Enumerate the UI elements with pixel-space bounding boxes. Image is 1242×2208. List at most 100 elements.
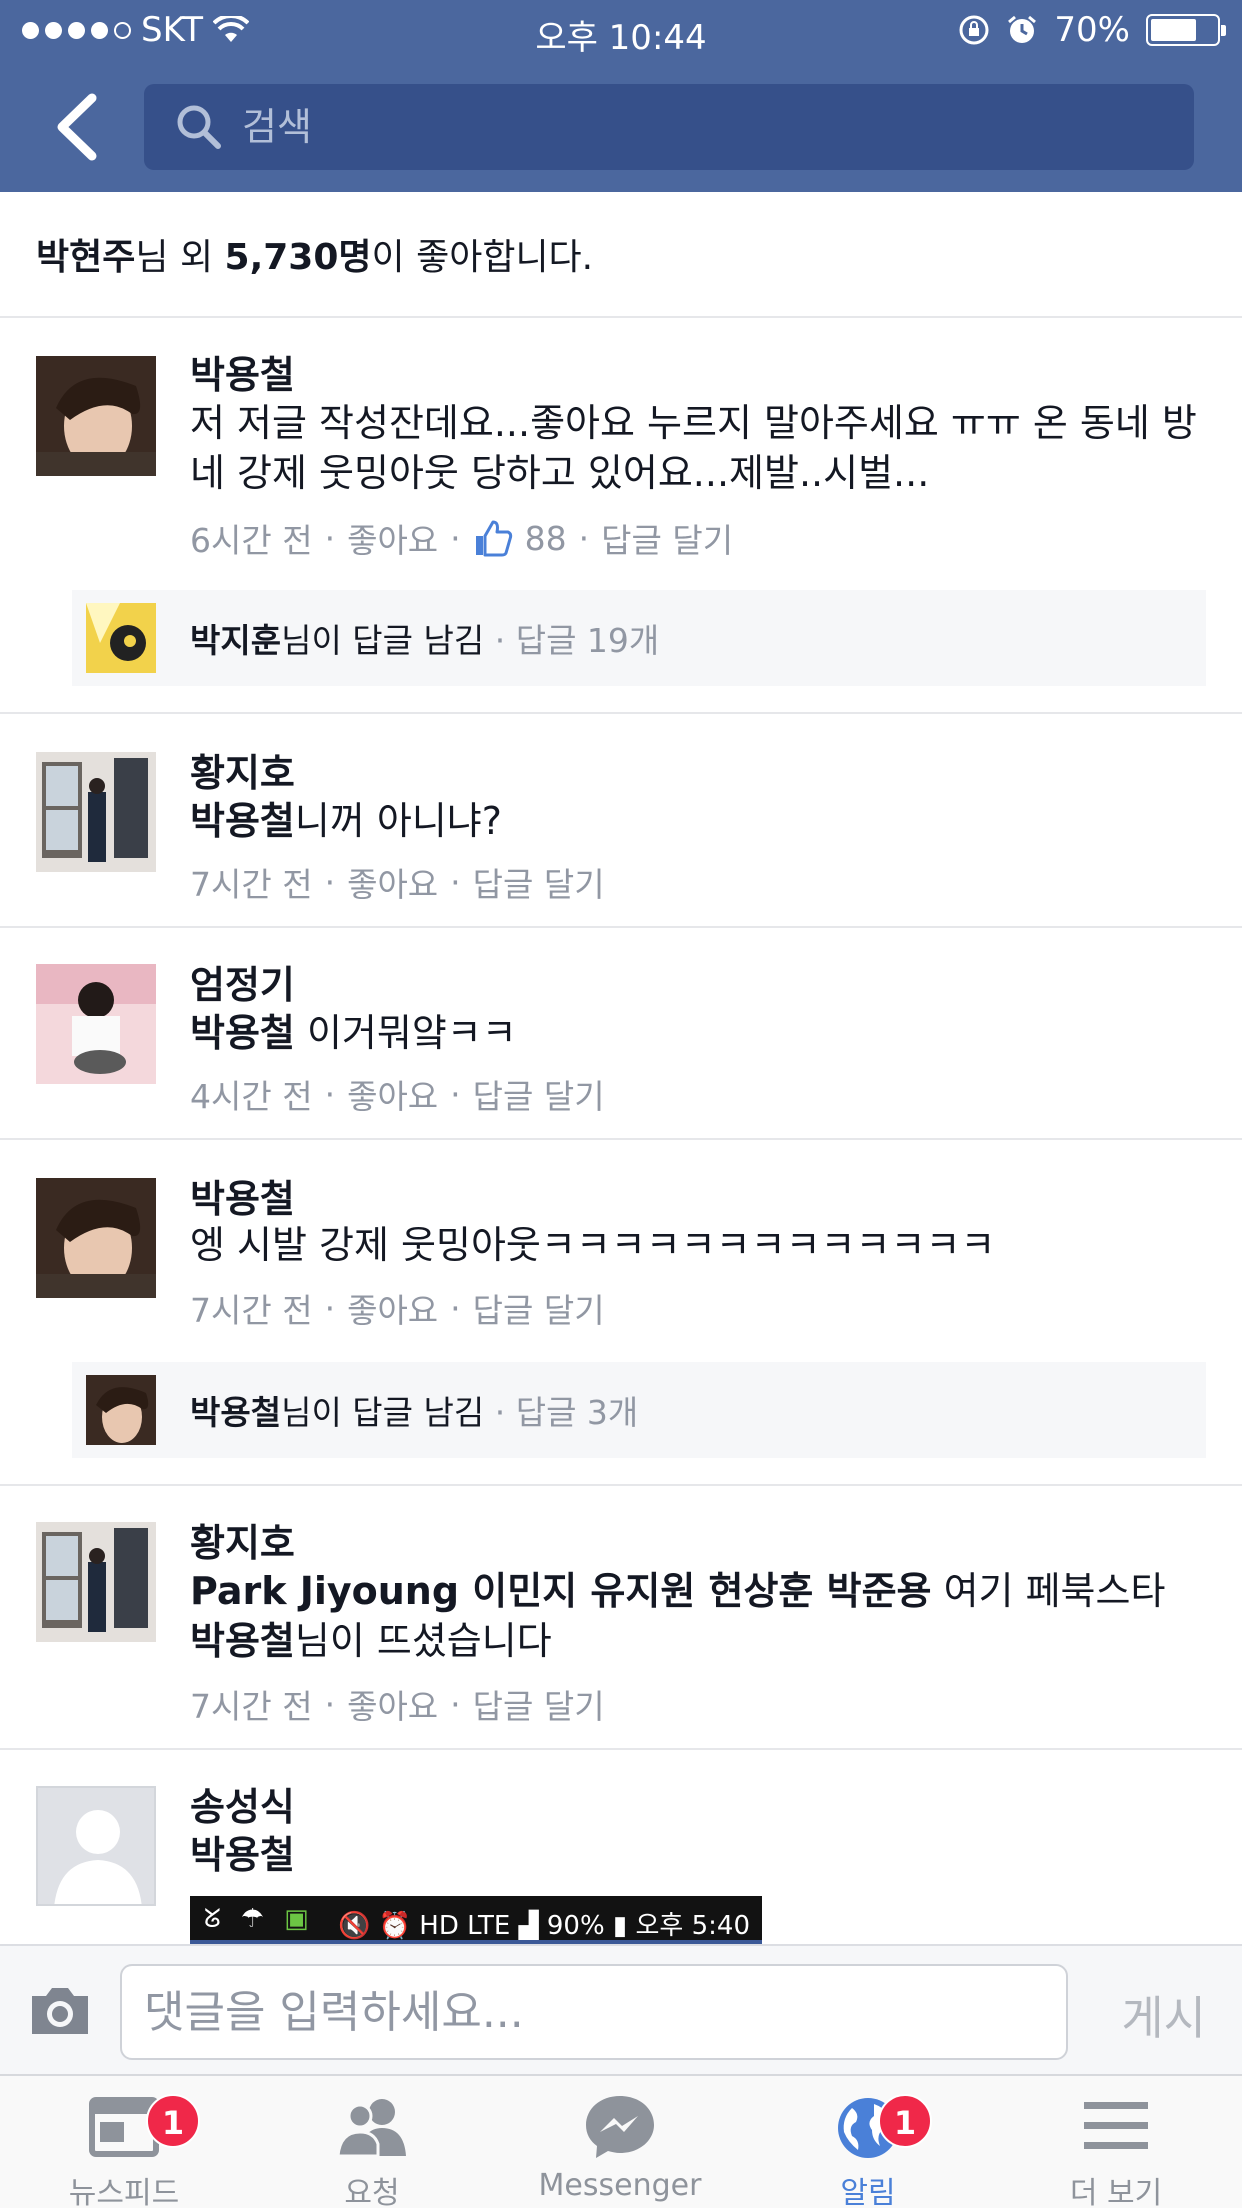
menu-icon xyxy=(1084,2102,1148,2149)
comment-text: 박용철 xyxy=(190,1830,1200,1880)
tab-requests[interactable]: 요청 xyxy=(248,2076,496,2208)
comment-text: 저 저글 작성잔데요...좋아요 누르지 말아주세요 ㅠㅠ 온 동네 방네 강제… xyxy=(190,401,1197,495)
avatar[interactable] xyxy=(36,356,156,476)
comment-meta: 6시간 전 · 좋아요 · 88 · 답글 달기 xyxy=(190,514,733,562)
avatar[interactable] xyxy=(36,1786,156,1906)
likes-summary[interactable]: 박현주님 외 5,730명이 좋아합니다. xyxy=(36,228,593,280)
search-bar[interactable] xyxy=(144,84,1194,170)
comment-time: 7시간 전 xyxy=(190,865,313,904)
rotation-lock-icon xyxy=(959,15,989,45)
liker-name[interactable]: 박현주 xyxy=(36,237,135,278)
comment-text: 박용철 이거뭐얔ㅋㅋ xyxy=(190,1011,517,1055)
comment-author[interactable]: 엄정기 xyxy=(190,954,295,1009)
like-link[interactable]: 좋아요 xyxy=(347,1680,438,1728)
tab-bar: 1 뉴스피드 요청 Messenger 1 알림 더 보기 xyxy=(0,2074,1242,2208)
tab-more[interactable]: 더 보기 xyxy=(992,2076,1240,2208)
notification-icon: ☂ xyxy=(240,1904,265,1934)
comment-author[interactable]: 박용철 xyxy=(190,1168,295,1223)
android-icon: ▣ xyxy=(284,1904,309,1934)
reply-avatar xyxy=(86,1375,156,1445)
battery-icon xyxy=(1146,14,1226,46)
mention[interactable]: 박용철 xyxy=(190,1011,295,1055)
tab-newsfeed[interactable]: 1 뉴스피드 xyxy=(0,2076,248,2208)
reply-count: · 답글 19개 xyxy=(494,621,660,660)
reply-link[interactable]: 답글 달기 xyxy=(473,1284,605,1332)
comment-meta: 7시간 전 · 좋아요 · 답글 달기 xyxy=(190,1284,605,1332)
mention[interactable]: 박용철 xyxy=(190,799,295,843)
mention[interactable]: 박용철 xyxy=(190,1833,295,1877)
like-link[interactable]: 좋아요 xyxy=(347,514,438,562)
likes-text-1: 님 외 xyxy=(135,237,225,278)
mention[interactable]: 박용철 xyxy=(190,1619,295,1663)
comment-field[interactable] xyxy=(120,1964,1068,2060)
like-count[interactable]: 88 xyxy=(525,519,567,558)
divider xyxy=(0,316,1242,318)
divider xyxy=(0,926,1242,928)
post-button[interactable]: 게시 xyxy=(1121,1982,1206,2048)
notification-badge: 1 xyxy=(146,2094,200,2148)
comment-text: 박용철니꺼 아니냐? xyxy=(190,799,502,843)
tab-label: 더 보기 xyxy=(1069,2176,1163,2208)
divider xyxy=(0,1748,1242,1750)
comment-composer: 게시 xyxy=(0,1944,1242,2074)
comment-text: 엥 시발 강제 웃밍아웃ㅋㅋㅋㅋㅋㅋㅋㅋㅋㅋㅋㅋㅋ xyxy=(190,1223,996,1267)
comment-text: Park Jiyoung 이민지 유지원 현상훈 박준용 여기 페북스타 박용철… xyxy=(190,1569,1166,1663)
avatar[interactable] xyxy=(36,1178,156,1298)
comment-time: 6시간 전 xyxy=(190,521,313,560)
likes-text-2: 이 좋아합니다. xyxy=(371,237,594,278)
reply-link[interactable]: 답글 달기 xyxy=(473,1070,605,1118)
reply-author: 박용철 xyxy=(190,1393,282,1432)
comment-time: 7시간 전 xyxy=(190,1291,313,1330)
search-input[interactable] xyxy=(242,84,1142,170)
navigation-bar: SKT 오후 10:44 70% xyxy=(0,0,1242,192)
camera-icon[interactable] xyxy=(28,1982,92,2038)
reply-action: 님이 답글 남김 xyxy=(281,1393,485,1432)
avatar[interactable] xyxy=(36,964,156,1084)
battery-percent: 70% xyxy=(1054,10,1130,50)
like-link[interactable]: 좋아요 xyxy=(347,1070,438,1118)
alarm-icon xyxy=(1008,15,1037,43)
reply-avatar xyxy=(86,603,156,673)
comment-meta: 7시간 전 · 좋아요 · 답글 달기 xyxy=(190,858,605,906)
reply-action: 님이 답글 남김 xyxy=(281,621,485,660)
mention[interactable]: Park Jiyoung 이민지 유지원 현상훈 박준용 xyxy=(190,1569,932,1613)
divider xyxy=(0,1138,1242,1140)
tab-label: 알림 xyxy=(840,2176,896,2208)
back-arrow-icon[interactable] xyxy=(48,92,108,162)
likes-count[interactable]: 5,730명 xyxy=(225,237,372,278)
friend-requests-icon xyxy=(336,2099,406,2158)
thumbs-up-icon xyxy=(475,520,512,557)
comment-author[interactable]: 송성식 xyxy=(190,1776,295,1831)
like-link[interactable]: 좋아요 xyxy=(347,858,438,906)
reply-link[interactable]: 답글 달기 xyxy=(601,514,733,562)
messenger-icon xyxy=(586,2096,654,2158)
comment-author[interactable]: 황지호 xyxy=(190,1512,295,1567)
battery-fill xyxy=(1151,19,1196,41)
replies-summary[interactable]: 박용철님이 답글 남김 · 답글 3개 xyxy=(72,1362,1206,1458)
status-right: 70% xyxy=(958,10,1226,50)
comment-author[interactable]: 황지호 xyxy=(190,742,295,797)
tab-label: Messenger xyxy=(538,2168,702,2203)
replies-summary[interactable]: 박지훈님이 답글 남김 · 답글 19개 xyxy=(72,590,1206,686)
comment-input[interactable] xyxy=(122,1966,1066,2058)
like-link[interactable]: 좋아요 xyxy=(347,1284,438,1332)
embedded-status-icons: 🔇 ⏰ HD LTE ▟ xyxy=(338,1911,547,1941)
tab-messenger[interactable]: Messenger xyxy=(496,2076,744,2208)
status-bar: SKT 오후 10:44 70% xyxy=(0,0,1242,62)
reply-link[interactable]: 답글 달기 xyxy=(473,1680,605,1728)
tab-notifications[interactable]: 1 알림 xyxy=(744,2076,992,2208)
tab-label: 뉴스피드 xyxy=(68,2176,180,2208)
comment-meta: 4시간 전 · 좋아요 · 답글 달기 xyxy=(190,1070,605,1118)
reply-link[interactable]: 답글 달기 xyxy=(473,858,605,906)
notification-badge: 1 xyxy=(878,2094,932,2148)
embedded-battery: 90% xyxy=(546,1911,605,1941)
app-icon: ᘜ xyxy=(204,1904,221,1934)
avatar[interactable] xyxy=(36,1522,156,1642)
avatar[interactable] xyxy=(36,752,156,872)
divider xyxy=(0,1484,1242,1486)
divider xyxy=(0,712,1242,714)
comment-time: 4시간 전 xyxy=(190,1077,313,1116)
comment-author[interactable]: 박용철 xyxy=(190,344,295,399)
attached-screenshot[interactable]: ᘜ ☂ ▣ 🔇 ⏰ HD LTE ▟ 90% ▮ 오후 5:40 xyxy=(190,1896,762,1944)
reply-author: 박지훈 xyxy=(190,621,282,660)
